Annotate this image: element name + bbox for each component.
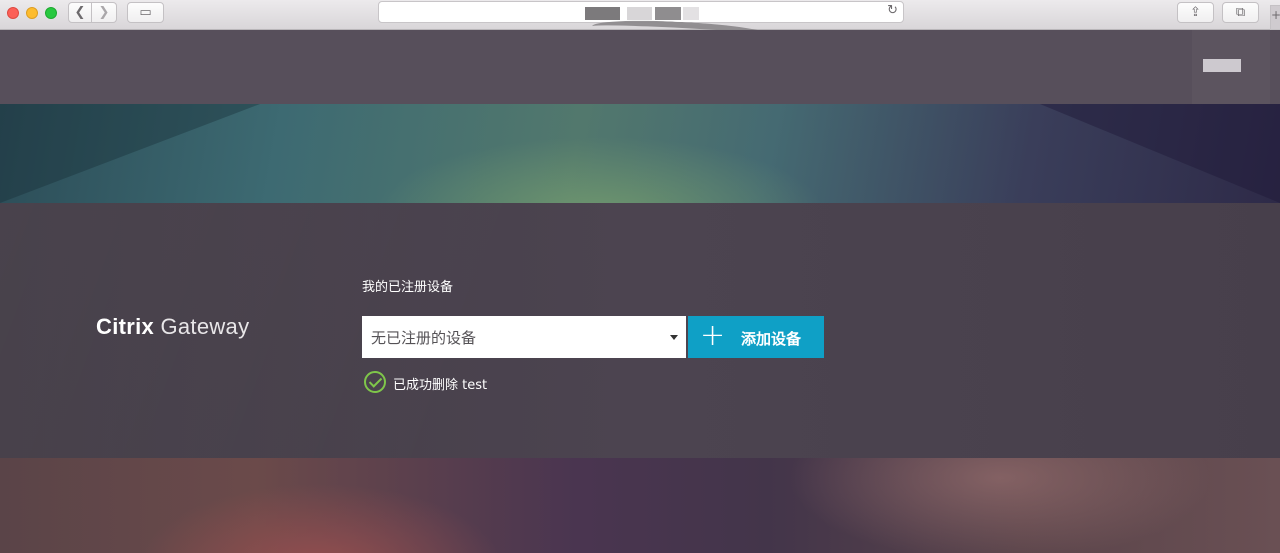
forward-button[interactable]: ❯ bbox=[92, 2, 117, 23]
brand-logo: Citrix Gateway bbox=[96, 314, 249, 340]
redacted-username bbox=[1203, 59, 1241, 72]
new-tab-icon: + bbox=[1271, 8, 1280, 22]
redacted-url-block bbox=[683, 7, 699, 20]
hero-banner bbox=[0, 104, 1280, 203]
banner-facet bbox=[1040, 104, 1280, 203]
share-button[interactable]: ⇪ bbox=[1177, 2, 1214, 23]
redacted-url-block bbox=[655, 7, 681, 20]
show-tabs-button[interactable]: ⧉ bbox=[1222, 2, 1259, 23]
sidebar-toggle-button[interactable]: ▭ bbox=[127, 2, 164, 23]
redacted-url-block bbox=[627, 7, 652, 20]
user-menu-redacted[interactable] bbox=[1192, 30, 1270, 110]
chevron-down-icon bbox=[670, 335, 678, 340]
new-tab-button[interactable]: + bbox=[1270, 5, 1280, 30]
banner-facet bbox=[0, 104, 260, 203]
share-icon: ⇪ bbox=[1190, 5, 1201, 20]
back-icon: ❮ bbox=[74, 5, 86, 20]
brand-name-light: Gateway bbox=[160, 314, 250, 339]
address-bar[interactable]: ↻ bbox=[378, 1, 904, 23]
brand-name-bold: Citrix bbox=[96, 314, 155, 339]
device-select[interactable]: 无已注册的设备 bbox=[362, 316, 686, 358]
section-title: 我的已注册设备 bbox=[362, 280, 454, 295]
minimize-window-button[interactable] bbox=[26, 7, 38, 19]
close-window-button[interactable] bbox=[7, 7, 19, 19]
add-device-label: 添加设备 bbox=[741, 330, 802, 348]
add-device-button[interactable]: + 添加设备 bbox=[688, 316, 824, 358]
tabs-icon: ⧉ bbox=[1235, 5, 1246, 20]
redacted-url-block bbox=[585, 7, 620, 20]
back-button[interactable]: ❮ bbox=[68, 2, 92, 23]
reload-icon[interactable]: ↻ bbox=[887, 3, 898, 18]
device-select-value: 无已注册的设备 bbox=[371, 329, 477, 347]
forward-icon: ❯ bbox=[98, 5, 110, 20]
page-header bbox=[0, 30, 1280, 104]
status-text: 已成功删除 test bbox=[393, 378, 488, 393]
footer-banner bbox=[0, 458, 1280, 553]
zoom-window-button[interactable] bbox=[45, 7, 57, 19]
plus-icon: + bbox=[700, 318, 726, 353]
sidebar-icon: ▭ bbox=[139, 5, 152, 20]
check-circle-icon bbox=[364, 371, 386, 393]
